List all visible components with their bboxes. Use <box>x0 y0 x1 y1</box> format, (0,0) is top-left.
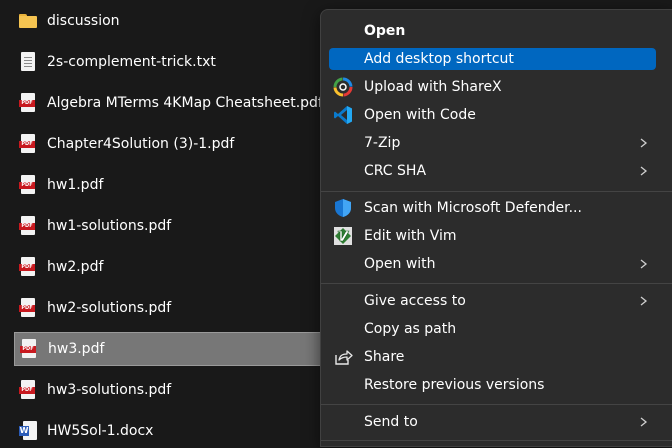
menu-item-label: 7-Zip <box>364 135 401 151</box>
file-name: Algebra MTerms 4KMap Cheatsheet.pdf <box>47 95 323 111</box>
chevron-right-icon <box>638 254 650 274</box>
menu-item-upload-with-sharex[interactable]: Upload with ShareX <box>329 76 656 98</box>
menu-separator <box>321 191 672 192</box>
menu-item-share[interactable]: Share <box>329 346 656 368</box>
menu-item-give-access-to[interactable]: Give access to <box>329 290 656 312</box>
menu-item-label: Scan with Microsoft Defender... <box>364 200 582 216</box>
text-file-icon <box>19 52 37 72</box>
pdf-file-icon: PDF <box>19 134 37 154</box>
chevron-right-icon <box>638 291 650 311</box>
menu-item-copy-as-path[interactable]: Copy as path <box>329 318 656 340</box>
menu-item-open-with-code[interactable]: Open with Code <box>329 104 656 126</box>
file-name: hw3.pdf <box>48 341 105 357</box>
menu-item-crc-sha[interactable]: CRC SHA <box>329 160 656 182</box>
menu-item-7-zip[interactable]: 7-Zip <box>329 132 656 154</box>
file-name: Chapter4Solution (3)-1.pdf <box>47 136 235 152</box>
pdf-file-icon: PDF <box>19 175 37 195</box>
pdf-file-icon: PDF <box>19 216 37 236</box>
menu-item-label: Open with Code <box>364 107 476 123</box>
file-name: discussion <box>47 13 120 29</box>
share-icon <box>333 347 353 367</box>
menu-item-scan-with-defender[interactable]: Scan with Microsoft Defender... <box>329 197 656 219</box>
menu-item-label: Upload with ShareX <box>364 79 502 95</box>
menu-item-label: Restore previous versions <box>364 377 545 393</box>
file-name: hw1.pdf <box>47 177 104 193</box>
menu-item-label: Open with <box>364 256 436 272</box>
menu-separator <box>321 440 672 441</box>
menu-item-label: Edit with Vim <box>364 228 457 244</box>
menu-separator <box>321 283 672 284</box>
vscode-icon <box>333 105 353 125</box>
file-name: 2s-complement-trick.txt <box>47 54 216 70</box>
menu-item-label: Send to <box>364 414 418 430</box>
sharex-icon <box>333 77 353 97</box>
file-name: HW5Sol-1.docx <box>47 423 154 439</box>
pdf-file-icon: PDF <box>19 380 37 400</box>
file-name: hw3-solutions.pdf <box>47 382 172 398</box>
menu-item-label: Copy as path <box>364 321 457 337</box>
word-file-icon: W <box>19 421 37 441</box>
menu-item-label: CRC SHA <box>364 163 427 179</box>
menu-item-send-to[interactable]: Send to <box>329 411 656 433</box>
menu-item-restore-previous-versions[interactable]: Restore previous versions <box>329 374 656 396</box>
menu-item-edit-with-vim[interactable]: Edit with Vim <box>329 225 656 247</box>
menu-separator <box>321 404 672 405</box>
pdf-file-icon: PDF <box>20 339 38 359</box>
folder-icon <box>19 11 37 31</box>
defender-shield-icon <box>333 198 353 218</box>
pdf-file-icon: PDF <box>19 93 37 113</box>
file-name: hw1-solutions.pdf <box>47 218 172 234</box>
menu-item-label: Open <box>364 23 406 39</box>
menu-item-open[interactable]: Open <box>329 20 656 42</box>
menu-item-label: Add desktop shortcut <box>364 51 514 67</box>
pdf-file-icon: PDF <box>19 298 37 318</box>
menu-item-add-desktop-shortcut[interactable]: Add desktop shortcut <box>329 48 656 70</box>
menu-item-open-with[interactable]: Open with <box>329 253 656 275</box>
file-name: hw2-solutions.pdf <box>47 300 172 316</box>
menu-item-label: Share <box>364 349 405 365</box>
vim-icon <box>333 226 353 246</box>
pdf-file-icon: PDF <box>19 257 37 277</box>
chevron-right-icon <box>638 161 650 181</box>
menu-item-label: Give access to <box>364 293 466 309</box>
chevron-right-icon <box>638 412 650 432</box>
file-name: hw2.pdf <box>47 259 104 275</box>
context-menu: Open Add desktop shortcut Upload with Sh… <box>320 9 672 447</box>
chevron-right-icon <box>638 133 650 153</box>
